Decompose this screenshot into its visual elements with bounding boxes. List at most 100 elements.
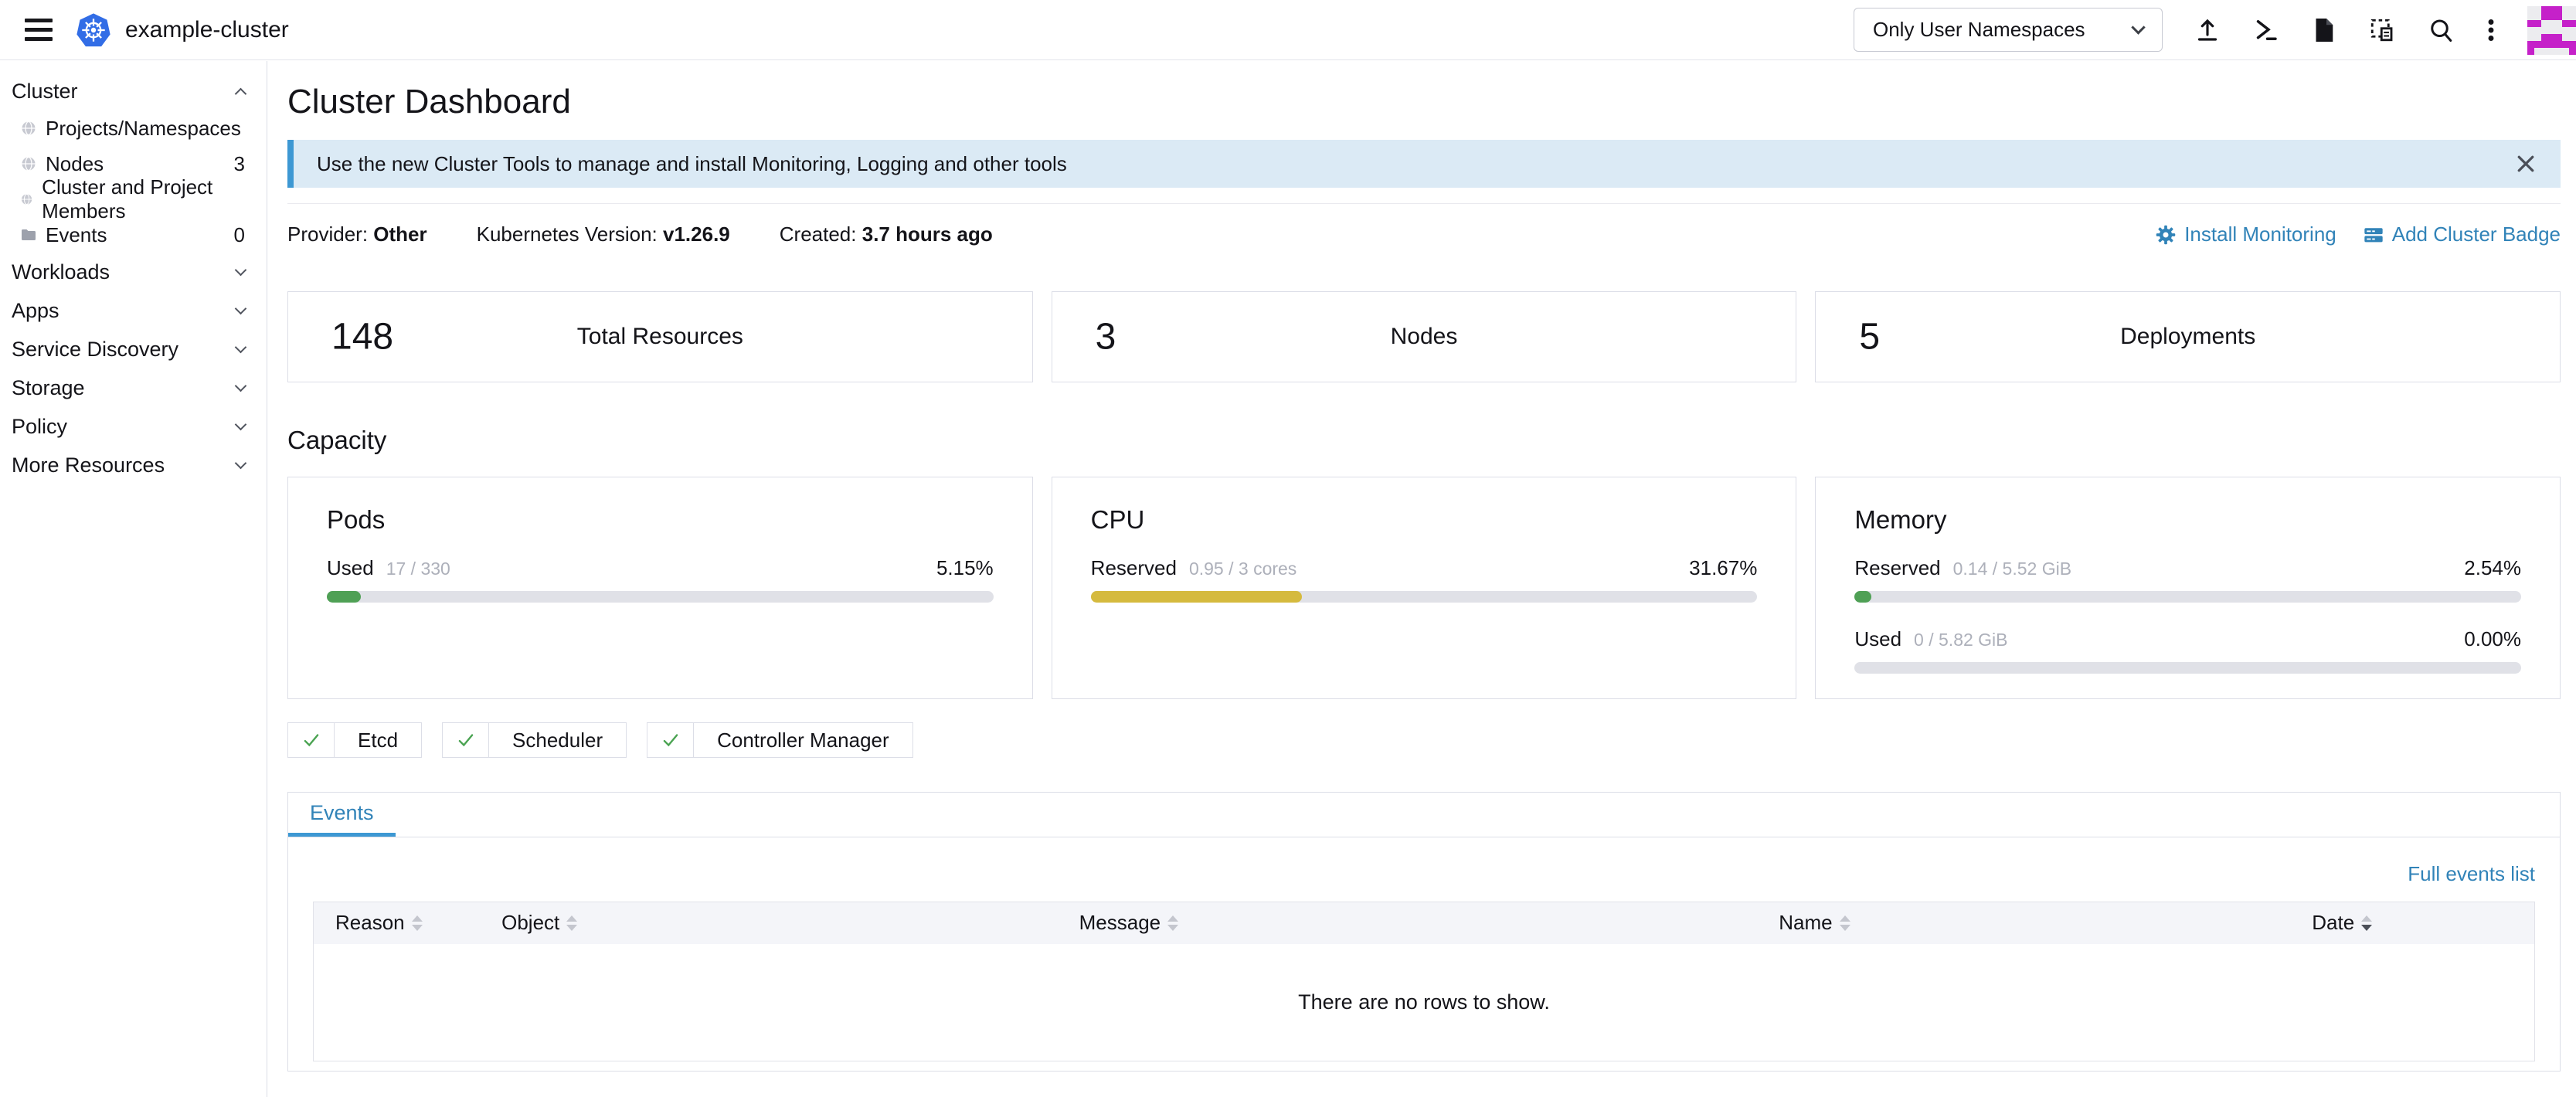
sidebar-group-apps[interactable]: Apps xyxy=(0,291,267,330)
page-title: Cluster Dashboard xyxy=(287,83,2561,121)
add-cluster-badge-link[interactable]: Add Cluster Badge xyxy=(2363,222,2561,246)
capacity-card-pods: Pods Used 17 / 330 5.15% xyxy=(287,477,1033,699)
gauge-percent: 31.67% xyxy=(1689,556,1757,580)
kubectl-shell-icon[interactable] xyxy=(2252,16,2280,44)
cluster-badge-icon xyxy=(2363,224,2384,246)
gauge-label: Reserved xyxy=(1091,556,1177,580)
sidebar-group-more-resources[interactable]: More Resources xyxy=(0,446,267,484)
cluster-tools-banner: Use the new Cluster Tools to manage and … xyxy=(287,140,2561,188)
capacity-gauge: Reserved 0.14 / 5.52 GiB 2.54% xyxy=(1854,556,2521,603)
component-badge-etcd: Etcd xyxy=(287,722,422,758)
column-header-reason[interactable]: Reason xyxy=(314,902,481,944)
column-header-date[interactable]: Date xyxy=(2290,902,2534,944)
kubernetes-logo xyxy=(76,12,111,48)
empty-state-text: There are no rows to show. xyxy=(314,944,2535,1061)
stat-label: Total Resources xyxy=(288,324,1032,350)
globe-icon xyxy=(20,155,37,172)
capacity-card-title: Pods xyxy=(327,505,994,535)
file-icon[interactable] xyxy=(2311,16,2337,44)
import-yaml-icon[interactable] xyxy=(2194,16,2221,44)
kubeconfig-icon[interactable] xyxy=(2368,16,2396,44)
component-label: Controller Manager xyxy=(694,723,912,757)
cluster-name: example-cluster xyxy=(125,17,289,43)
chevron-down-icon xyxy=(235,263,247,276)
progress-bar xyxy=(1854,591,2521,603)
stat-label: Nodes xyxy=(1052,324,1796,350)
gauge-label: Reserved xyxy=(1854,556,1940,580)
sidebar-nav: Cluster Projects/Namespaces Nodes 3 Clus… xyxy=(0,61,267,1097)
sort-carets-icon xyxy=(1840,915,1850,931)
sidebar-group-label: Workloads xyxy=(12,260,110,284)
component-label: Scheduler xyxy=(489,723,626,757)
full-events-list-link[interactable]: Full events list xyxy=(2408,862,2535,885)
sidebar-item-projects-namespaces[interactable]: Projects/Namespaces xyxy=(0,110,267,146)
sidebar-item-label: Nodes xyxy=(46,152,104,176)
sidebar-item-label: Events xyxy=(46,223,107,247)
column-header-object[interactable]: Object xyxy=(480,902,1058,944)
hamburger-icon[interactable] xyxy=(25,19,53,41)
chevron-down-icon xyxy=(235,457,247,469)
gauge-fraction: 0.95 / 3 cores xyxy=(1189,559,1296,579)
component-status-row: Etcd Scheduler Controller Manager xyxy=(287,722,2561,758)
stat-label: Deployments xyxy=(1816,324,2560,350)
stat-cards-row: 148 Total Resources 3 Nodes 5 Deployment… xyxy=(287,291,2561,382)
sidebar-group-cluster[interactable]: Cluster xyxy=(0,72,267,110)
sidebar-item-label: Projects/Namespaces xyxy=(46,117,241,141)
globe-icon xyxy=(20,191,33,208)
column-header-name[interactable]: Name xyxy=(1757,902,2290,944)
gauge-fraction: 0 / 5.82 GiB xyxy=(1914,630,2007,650)
main-content: Cluster Dashboard Use the new Cluster To… xyxy=(268,61,2576,1097)
gauge-percent: 5.15% xyxy=(936,556,994,580)
events-panel: Events Full events list Reason Object xyxy=(287,792,2561,1072)
banner-text: Use the new Cluster Tools to manage and … xyxy=(317,152,1067,176)
stat-card-total-resources: 148 Total Resources xyxy=(287,291,1033,382)
sidebar-group-workloads[interactable]: Workloads xyxy=(0,253,267,291)
gauge-fraction: 17 / 330 xyxy=(386,559,450,579)
close-icon[interactable] xyxy=(2514,152,2537,175)
sidebar-item-label: Cluster and Project Members xyxy=(42,175,245,223)
glance-created: Created: 3.7 hours ago xyxy=(780,222,993,246)
sidebar-group-label: Policy xyxy=(12,415,67,439)
kebab-menu-icon[interactable] xyxy=(2486,16,2496,44)
sort-carets-icon xyxy=(566,915,577,931)
check-icon xyxy=(288,723,335,757)
capacity-card-cpu: CPU Reserved 0.95 / 3 cores 31.67% xyxy=(1052,477,1797,699)
gear-icon xyxy=(2155,224,2177,246)
chevron-up-icon xyxy=(235,87,247,100)
sidebar-group-service-discovery[interactable]: Service Discovery xyxy=(0,330,267,368)
sidebar-group-label: Apps xyxy=(12,299,59,323)
sidebar-item-count: 0 xyxy=(234,223,245,247)
tab-events[interactable]: Events xyxy=(288,793,396,837)
component-label: Etcd xyxy=(335,723,421,757)
sidebar-item-cluster-and-project-members[interactable]: Cluster and Project Members xyxy=(0,182,267,217)
gauge-percent: 0.00% xyxy=(2464,627,2521,651)
sidebar-group-label: Storage xyxy=(12,376,85,400)
table-empty-row: There are no rows to show. xyxy=(314,944,2535,1061)
search-icon[interactable] xyxy=(2427,16,2455,44)
sidebar-group-label: Cluster xyxy=(12,80,78,104)
sidebar-group-policy[interactable]: Policy xyxy=(0,407,267,446)
chevron-down-icon xyxy=(235,341,247,353)
column-header-message[interactable]: Message xyxy=(1058,902,1758,944)
progress-bar xyxy=(1091,591,1758,603)
chevron-down-icon xyxy=(2131,20,2145,34)
capacity-gauge: Used 17 / 330 5.15% xyxy=(327,556,994,603)
capacity-card-title: Memory xyxy=(1854,505,2521,535)
glance-kubernetes-version: Kubernetes Version: v1.26.9 xyxy=(477,222,730,246)
capacity-cards-row: Pods Used 17 / 330 5.15% CPU Reserved 0.… xyxy=(287,477,2561,699)
component-badge-controller-manager: Controller Manager xyxy=(647,722,913,758)
install-monitoring-link[interactable]: Install Monitoring xyxy=(2155,222,2336,246)
stat-card-deployments: 5 Deployments xyxy=(1815,291,2561,382)
gauge-percent: 2.54% xyxy=(2464,556,2521,580)
sort-carets-icon xyxy=(2361,915,2372,931)
namespace-filter-value: Only User Namespaces xyxy=(1873,18,2085,42)
sidebar-group-label: Service Discovery xyxy=(12,338,178,362)
sidebar-group-storage[interactable]: Storage xyxy=(0,368,267,407)
app-header: example-cluster Only User Namespaces xyxy=(0,0,2576,60)
progress-bar xyxy=(1854,662,2521,674)
avatar[interactable] xyxy=(2527,6,2576,55)
capacity-gauge: Reserved 0.95 / 3 cores 31.67% xyxy=(1091,556,1758,603)
capacity-card-title: CPU xyxy=(1091,505,1758,535)
namespace-filter-select[interactable]: Only User Namespaces xyxy=(1854,8,2163,52)
gauge-label: Used xyxy=(327,556,374,580)
